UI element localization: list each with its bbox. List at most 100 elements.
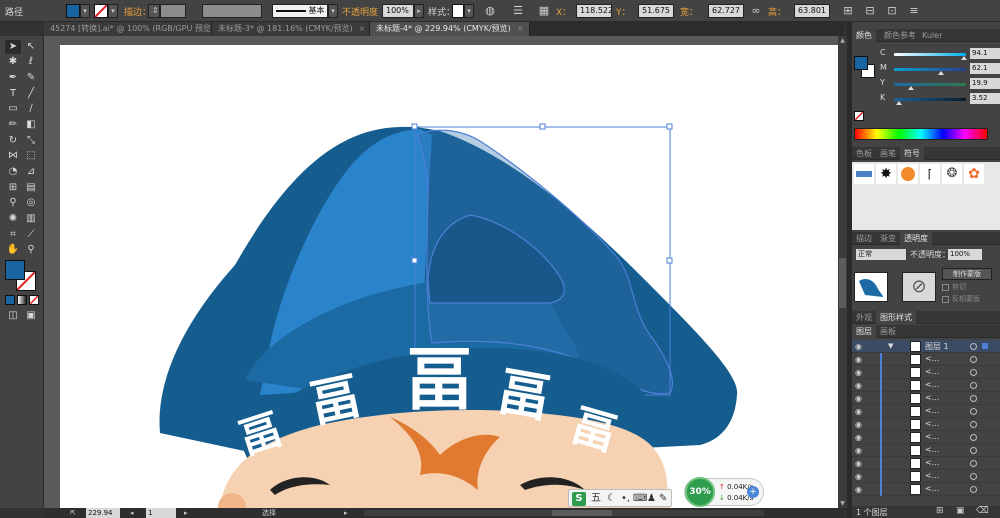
scale-tool-icon[interactable]: ⤡ — [23, 134, 39, 148]
magenta-knob[interactable] — [938, 71, 944, 75]
visibility-eye-icon[interactable]: ◉ — [855, 446, 865, 455]
shape-builder-tool-icon[interactable]: ◔ — [5, 165, 21, 179]
bbox-handle-tc[interactable] — [539, 123, 546, 130]
tab-appearance[interactable]: 外观 — [852, 311, 876, 324]
magenta-input[interactable]: 62.1 — [970, 63, 1000, 74]
target-circle-icon[interactable] — [970, 486, 977, 493]
stroke-label[interactable]: 描边： — [124, 5, 151, 18]
sublayer-name[interactable]: <... — [925, 445, 939, 454]
tab-kuler[interactable]: Kuler — [918, 29, 946, 42]
black-knob[interactable] — [896, 101, 902, 105]
x-label[interactable]: X： — [556, 5, 571, 18]
sublayer-name[interactable]: <... — [925, 367, 939, 376]
tab-gradient[interactable]: 渐变 — [876, 232, 900, 245]
black-track[interactable] — [894, 98, 966, 101]
recolor-icon[interactable]: ◍ — [482, 3, 498, 19]
perspective-grid-tool-icon[interactable]: ⊿ — [23, 165, 39, 179]
clip-checkbox[interactable] — [942, 284, 949, 291]
yellow-input[interactable]: 19.9 — [970, 78, 1000, 89]
tab-document-2[interactable]: 未标题-3* @ 181.16% (CMYK/预览) × — [212, 22, 370, 36]
magic-wand-tool-icon[interactable]: ✱ — [5, 55, 21, 69]
sublayer-name[interactable]: <... — [925, 406, 939, 415]
target-circle-icon[interactable] — [970, 369, 977, 376]
panel-menu-icon[interactable]: ≡ — [906, 3, 922, 19]
flip-icon[interactable]: ⊟ — [862, 3, 878, 19]
layer-name[interactable]: 图层 1 — [925, 341, 949, 352]
target-circle-icon[interactable] — [970, 421, 977, 428]
zoom-input[interactable]: 229.94 — [86, 508, 120, 518]
pencil-tool-icon[interactable]: ✏ — [5, 118, 21, 132]
width-label[interactable]: 宽： — [680, 5, 698, 18]
stroke-style-dropdown[interactable]: ▾ — [328, 4, 338, 18]
vertical-scrollbar[interactable]: ▲ ▼ — [838, 36, 847, 508]
tab-brushes[interactable]: 画笔 — [876, 147, 900, 160]
ime-logo-icon[interactable]: S — [572, 492, 586, 506]
draw-mode-icon[interactable]: ◫ — [5, 309, 21, 323]
trash-icon[interactable]: ⌫ — [976, 506, 989, 516]
document-info-icon[interactable]: ⇱ — [70, 508, 76, 518]
sublayer-name[interactable]: <... — [925, 354, 939, 363]
gradient-mode-button[interactable] — [17, 295, 27, 305]
plus-icon[interactable]: + — [747, 486, 759, 498]
tab-layers[interactable]: 图层 — [852, 325, 876, 338]
visibility-eye-icon[interactable]: ◉ — [855, 472, 865, 481]
rotate-tool-icon[interactable]: ↻ — [5, 134, 21, 148]
mask-slot[interactable]: ⊘ — [902, 272, 936, 302]
sublayer-row[interactable]: ◉ <... — [852, 418, 1000, 431]
screen-mode-icon[interactable]: ▣ — [23, 309, 39, 323]
ime-toolbar[interactable]: S 五 ☾ •, ⌨ ♟ ✎ — [568, 489, 672, 507]
yellow-knob[interactable] — [908, 86, 914, 90]
symbol-blue-bar[interactable] — [854, 164, 874, 184]
sublayer-row[interactable]: ◉ <... — [852, 431, 1000, 444]
color-mode-button[interactable] — [5, 295, 15, 305]
visibility-eye-icon[interactable]: ◉ — [855, 433, 865, 442]
selection-tool-icon[interactable]: ➤ — [5, 40, 21, 54]
sublayer-row[interactable]: ◉ <... — [852, 366, 1000, 379]
visibility-eye-icon[interactable]: ◉ — [855, 459, 865, 468]
cyan-input[interactable]: 94.1 — [970, 48, 1000, 59]
none-swatch[interactable] — [854, 111, 864, 121]
black-slider-row[interactable]: K 3.52 — [880, 93, 1000, 105]
blend-tool-icon[interactable]: ◎ — [23, 196, 39, 210]
fill-dropdown[interactable]: ▾ — [80, 4, 90, 18]
sublayer-row[interactable]: ◉ <... — [852, 457, 1000, 470]
symbol-frame[interactable]: ⌈ — [920, 164, 940, 184]
sublayer-row[interactable]: ◉ <... — [852, 379, 1000, 392]
curvature-tool-icon[interactable]: ✎ — [23, 71, 39, 85]
symbol-ring[interactable]: ❂ — [942, 164, 962, 184]
bbox-handle-mr[interactable] — [666, 257, 673, 264]
target-circle-icon[interactable] — [970, 434, 977, 441]
isolate-icon[interactable]: ⊡ — [884, 3, 900, 19]
black-input[interactable]: 3.52 — [970, 93, 1000, 104]
free-transform-tool-icon[interactable]: ⬚ — [23, 149, 39, 163]
horizontal-scroll-thumb[interactable] — [552, 510, 612, 516]
stroke-swatch[interactable] — [94, 4, 108, 18]
cyan-knob[interactable] — [961, 56, 967, 60]
artboard-tool-icon[interactable]: ⌗ — [5, 228, 21, 242]
stroke-style-select[interactable]: 基本 — [272, 4, 328, 18]
wrench-icon[interactable]: ✎ — [659, 492, 667, 506]
scroll-thumb[interactable] — [839, 258, 846, 308]
sublayer-name[interactable]: <... — [925, 393, 939, 402]
sublayer-row[interactable]: ◉ <... — [852, 353, 1000, 366]
stroke-dropdown[interactable]: ▾ — [108, 4, 118, 18]
yellow-track[interactable] — [894, 83, 966, 86]
bbox-handle-ml[interactable] — [411, 257, 418, 264]
tab-transparency[interactable]: 透明度 — [900, 232, 932, 245]
keyboard-icon[interactable]: ⌨ — [633, 492, 647, 506]
new-sublayer-icon[interactable]: ⊞ — [936, 506, 944, 516]
selection-indicator[interactable] — [982, 343, 988, 349]
column-graph-tool-icon[interactable]: ▥ — [23, 212, 39, 226]
sublayer-row[interactable]: ◉ <... — [852, 470, 1000, 483]
opacity-label[interactable]: 不透明度 — [342, 5, 378, 18]
sublayer-row[interactable]: ◉ <... — [852, 405, 1000, 418]
sublayer-row[interactable]: ◉ <... — [852, 444, 1000, 457]
visibility-eye-icon[interactable]: ◉ — [855, 485, 865, 494]
cyan-slider-row[interactable]: C 94.1 — [880, 48, 1000, 60]
sublayer-name[interactable]: <... — [925, 380, 939, 389]
magenta-track[interactable] — [894, 68, 966, 71]
mesh-tool-icon[interactable]: ⊞ — [5, 181, 21, 195]
direct-selection-tool-icon[interactable]: ↖ — [23, 40, 39, 54]
sublayer-name[interactable]: <... — [925, 458, 939, 467]
sublayer-name[interactable]: <... — [925, 432, 939, 441]
